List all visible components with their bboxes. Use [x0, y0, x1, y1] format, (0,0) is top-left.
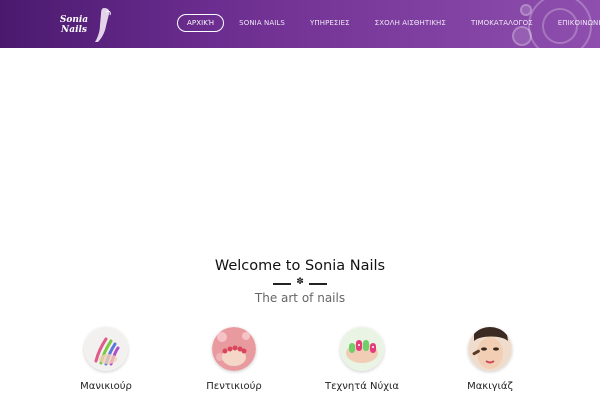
site-header: Sonia Nails ΑΡΧΙΚΉ SONIA NAILS ΥΠΗΡΕΣΙΕΣ… [0, 0, 600, 48]
nav-item-home[interactable]: ΑΡΧΙΚΉ [177, 14, 225, 32]
welcome-title: Welcome to Sonia Nails [214, 258, 386, 274]
makeup-image[interactable] [468, 327, 512, 371]
title-divider: ✽ [273, 277, 327, 288]
logo-text: Sonia Nails [59, 15, 89, 35]
service-label: Τεχνητά Νύχια [324, 381, 400, 392]
flower-icon: ✽ [296, 277, 304, 287]
manicure-image[interactable] [84, 327, 128, 371]
service-manicure[interactable]: Μανικιούρ [46, 327, 166, 392]
welcome-subtitle: The art of nails [254, 291, 346, 305]
service-label: Πεντικιούρ [206, 381, 262, 392]
service-label: Μανικιούρ [80, 381, 132, 392]
divider-line [309, 283, 327, 285]
nail-leg-icon [95, 8, 111, 42]
service-label: Μακιγιάζ [467, 381, 513, 392]
nav-item-services[interactable]: ΥΠΗΡΕΣΙΕΣ [300, 14, 360, 32]
nav-item-sonia-nails[interactable]: SONIA NAILS [229, 14, 295, 32]
nav-item-contact[interactable]: ΕΠΙΚΟΙΝΩΝΙΑ [548, 14, 600, 32]
service-artificial-nails[interactable]: Τεχνητά Νύχια [302, 327, 422, 392]
service-makeup[interactable]: Μακιγιάζ [430, 327, 550, 392]
nav-item-price-list[interactable]: ΤΙΜΟΚΑΤΑΛΟΓΟΣ [461, 14, 543, 32]
nav-item-beauty-school[interactable]: ΣΧΟΛΗ ΑΙΣΘΗΤΙΚΗΣ [365, 14, 456, 32]
artificial-nails-image[interactable] [340, 327, 384, 371]
service-pedicure[interactable]: Πεντικιούρ [174, 327, 294, 392]
main-nav: ΑΡΧΙΚΉ SONIA NAILS ΥΠΗΡΕΣΙΕΣ ΣΧΟΛΗ ΑΙΣΘΗ… [177, 14, 600, 32]
site-logo[interactable]: Sonia Nails [50, 6, 112, 44]
divider-line [273, 283, 291, 285]
pedicure-image[interactable] [212, 327, 256, 371]
